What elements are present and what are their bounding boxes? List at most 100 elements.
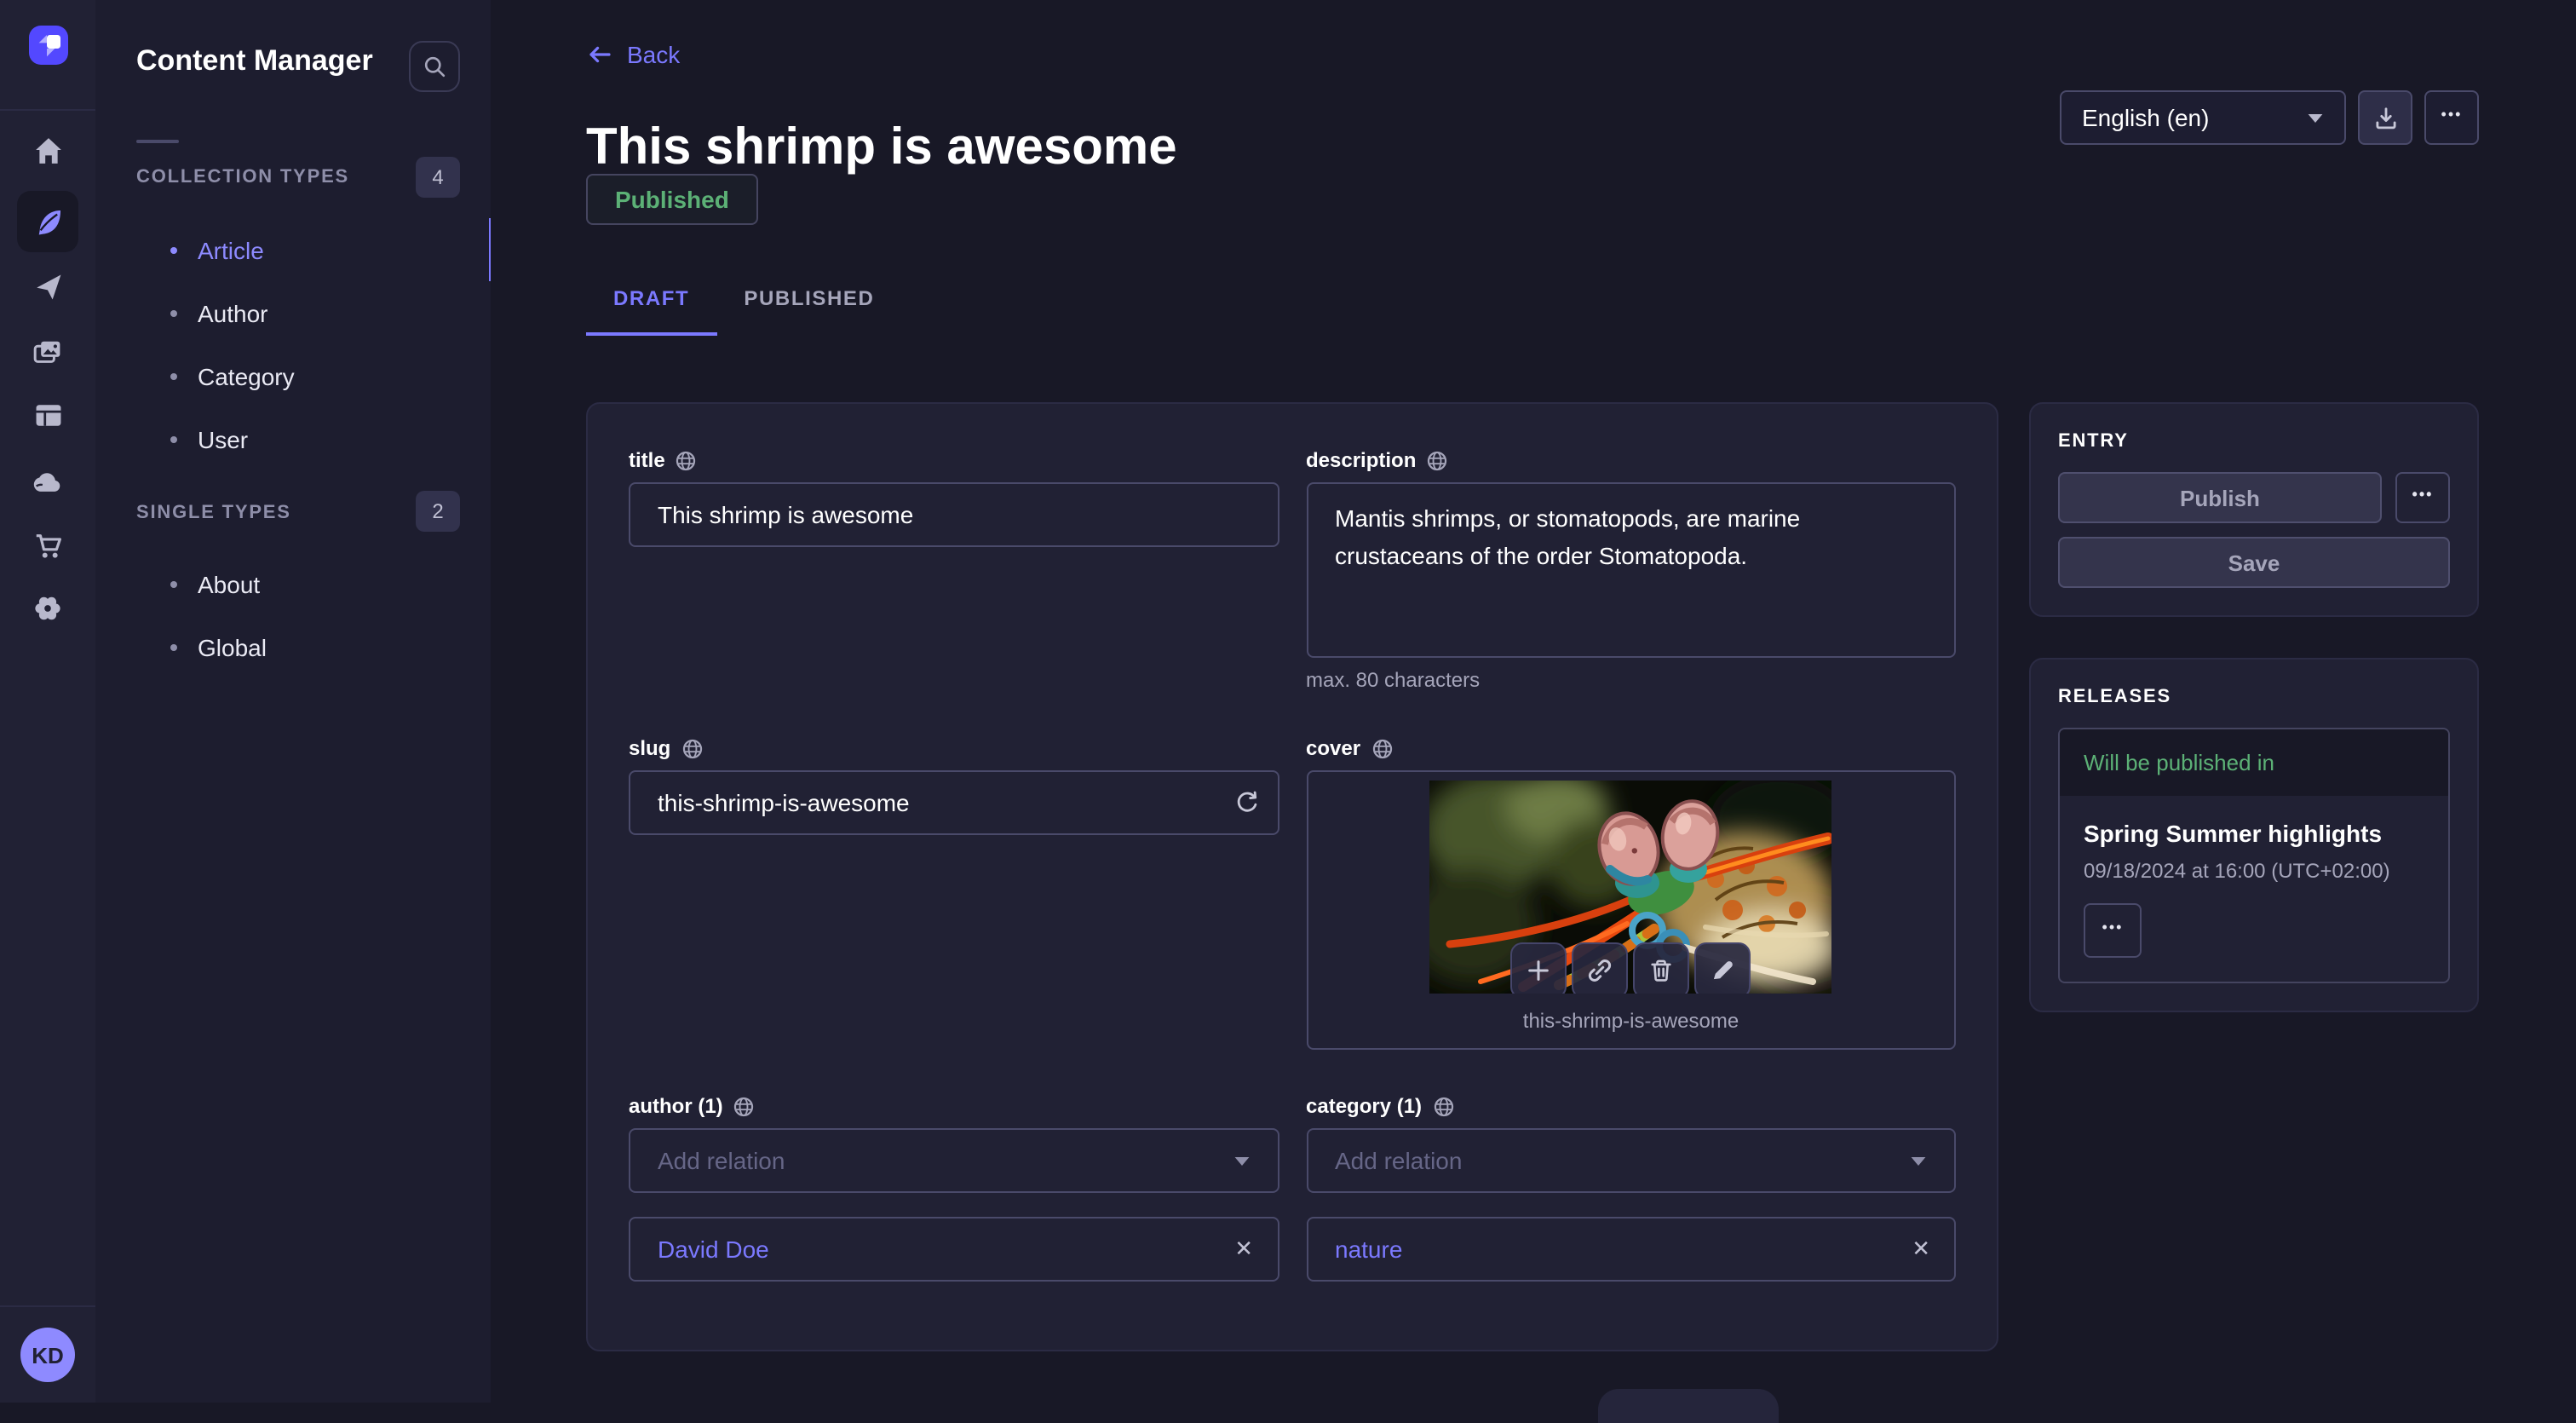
title-label-text: title [629, 448, 665, 472]
bullet-icon [170, 580, 177, 587]
collection-types-count: 4 [416, 157, 460, 198]
sidebar-item-article[interactable]: Article [95, 218, 491, 281]
title-input[interactable] [629, 482, 1279, 547]
chevron-down-icon [1233, 1155, 1250, 1167]
main-nav-rail: KD [0, 0, 97, 1403]
cover-field-box: this-shrimp-is-awesome [1306, 770, 1956, 1050]
cover-image[interactable] [1430, 781, 1832, 994]
pencil-icon [1711, 958, 1736, 983]
bullet-icon [170, 246, 177, 253]
link-icon [1588, 958, 1613, 983]
globe-icon [733, 1095, 756, 1117]
more-actions-button[interactable]: ••• [2424, 90, 2479, 145]
relation-link[interactable]: nature [1335, 1236, 1402, 1263]
search-icon [423, 55, 446, 78]
globe-icon [681, 737, 703, 759]
marketplace-cart-icon[interactable] [17, 515, 78, 576]
locale-value: English (en) [2082, 104, 2209, 131]
ellipsis-icon: ••• [2441, 107, 2463, 129]
cover-actions [1511, 942, 1751, 994]
next-section-peek [1598, 1389, 1779, 1423]
sidebar-item-label: Article [198, 236, 264, 263]
collection-types-header: COLLECTION TYPES [136, 167, 349, 187]
locale-select[interactable]: English (en) [2060, 90, 2346, 145]
remove-relation-icon[interactable]: ✕ [1234, 1236, 1253, 1263]
main-content: Back This shrimp is awesome Published En… [491, 0, 2576, 1403]
add-asset-button[interactable] [1511, 942, 1567, 994]
slug-label-text: slug [629, 736, 670, 760]
bullet-icon [170, 309, 177, 316]
release-more-button[interactable]: ••• [2084, 903, 2142, 958]
content-manager-subnav: Content Manager COLLECTION TYPES 4 Artic… [95, 0, 492, 1403]
field-description: description Mantis shrimps, or stomatopo… [1306, 448, 1956, 692]
ellipsis-icon: ••• [2412, 487, 2434, 509]
back-link[interactable]: Back [586, 41, 680, 68]
field-category: category (1) Add relation nature ✕ [1306, 1094, 1956, 1282]
deploy-cloud-icon[interactable] [17, 450, 78, 511]
search-button[interactable] [409, 41, 460, 92]
copy-link-button[interactable] [1573, 942, 1629, 994]
status-badge: Published [586, 174, 758, 225]
content-manager-icon[interactable] [17, 191, 78, 252]
description-textarea[interactable]: Mantis shrimps, or stomatopods, are mari… [1306, 482, 1956, 658]
remove-relation-icon[interactable]: ✕ [1912, 1236, 1930, 1263]
entry-panel: ENTRY Publish ••• Save [2029, 402, 2479, 617]
bullet-icon [170, 435, 177, 442]
author-relation-select[interactable]: Add relation [629, 1128, 1279, 1193]
arrow-left-icon [586, 41, 613, 68]
delete-asset-button[interactable] [1634, 942, 1690, 994]
category-relation-select[interactable]: Add relation [1306, 1128, 1956, 1193]
edit-asset-button[interactable] [1695, 942, 1751, 994]
back-label: Back [627, 41, 680, 68]
title-label: title [629, 448, 1279, 472]
user-avatar[interactable]: KD [20, 1328, 75, 1382]
cover-label-text: cover [1306, 736, 1360, 760]
bullet-icon [170, 372, 177, 379]
export-button[interactable] [2358, 90, 2412, 145]
sidebar-item-label: Global [198, 633, 267, 660]
sidebar-item-author[interactable]: Author [95, 281, 491, 344]
author-relation-placeholder: Add relation [658, 1147, 785, 1174]
entry-more-button[interactable]: ••• [2395, 472, 2450, 523]
chevron-down-icon [2307, 112, 2324, 124]
field-cover: cover [1306, 736, 1956, 1050]
regenerate-slug-button[interactable] [1233, 790, 1258, 815]
cover-filename: this-shrimp-is-awesome [1523, 1009, 1739, 1033]
category-relation-item: nature ✕ [1306, 1217, 1956, 1282]
sidebar-item-about[interactable]: About [95, 552, 491, 615]
sidebar-item-global[interactable]: Global [95, 615, 491, 678]
cover-label: cover [1306, 736, 1956, 760]
sidebar-item-label: Category [198, 362, 295, 389]
slug-input[interactable] [629, 770, 1279, 835]
description-hint: max. 80 characters [1306, 668, 1956, 692]
tab-draft[interactable]: DRAFT [586, 269, 716, 336]
slug-label: slug [629, 736, 1279, 760]
release-status: Will be published in [2060, 729, 2448, 796]
refresh-icon [1233, 790, 1258, 815]
sidebar-item-label: User [198, 425, 248, 452]
rail-divider [0, 109, 95, 111]
relation-link[interactable]: David Doe [658, 1236, 769, 1263]
page-title: This shrimp is awesome [586, 119, 1177, 177]
globe-icon [1371, 737, 1393, 759]
content-type-builder-icon[interactable] [17, 385, 78, 446]
trash-icon [1649, 958, 1675, 983]
category-label: category (1) [1306, 1094, 1956, 1118]
category-label-text: category (1) [1306, 1094, 1422, 1118]
save-button[interactable]: Save [2058, 537, 2450, 588]
sidebar-item-category[interactable]: Category [95, 344, 491, 407]
publish-button[interactable]: Publish [2058, 472, 2382, 523]
description-label-text: description [1306, 448, 1416, 472]
version-tabs: DRAFT PUBLISHED [586, 269, 901, 336]
subnav-title: Content Manager [136, 44, 373, 78]
media-library-icon[interactable] [17, 320, 78, 382]
header-actions: English (en) ••• [2060, 90, 2479, 145]
settings-gear-icon[interactable] [17, 578, 78, 639]
field-slug: slug [629, 736, 1279, 1050]
tab-published[interactable]: PUBLISHED [716, 269, 901, 336]
sidebar-item-user[interactable]: User [95, 407, 491, 470]
home-icon[interactable] [17, 119, 78, 181]
releases-icon[interactable] [17, 256, 78, 317]
ellipsis-icon: ••• [2102, 919, 2124, 942]
strapi-logo[interactable] [29, 26, 68, 65]
